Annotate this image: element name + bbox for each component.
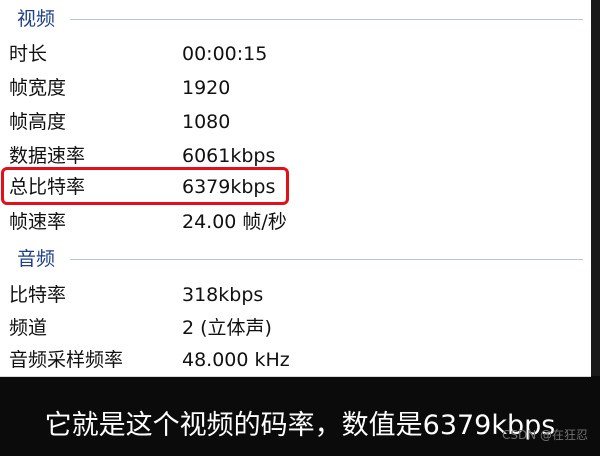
property-row-frame-rate[interactable]: 帧速率 24.00 帧/秒 <box>0 205 591 239</box>
properties-panel: 视频 时长 00:00:15 帧宽度 1920 帧高度 1080 数据速率 60… <box>0 0 591 377</box>
property-label: 帧高度 <box>9 111 67 133</box>
property-value: 2 (立体声) <box>182 317 272 339</box>
video-frame-edge <box>591 0 600 376</box>
watermark: CSDN @在狂忍 <box>501 428 588 442</box>
property-value: 24.00 帧/秒 <box>182 211 287 233</box>
property-row-duration[interactable]: 时长 00:00:15 <box>0 37 591 71</box>
property-row-audio-bitrate[interactable]: 比特率 318kbps <box>0 278 591 312</box>
property-value: 00:00:15 <box>182 43 268 65</box>
property-label: 时长 <box>9 43 48 65</box>
property-value: 1920 <box>182 77 231 99</box>
audio-section-divider <box>70 259 583 260</box>
property-row-channels[interactable]: 频道 2 (立体声) <box>0 311 591 345</box>
property-label: 音频采样频率 <box>9 349 124 371</box>
video-section-header: 视频 <box>0 6 591 32</box>
property-row-sample-rate[interactable]: 音频采样频率 48.000 kHz <box>0 343 591 377</box>
property-row-frame-height[interactable]: 帧高度 1080 <box>0 105 591 139</box>
property-label: 频道 <box>9 317 48 339</box>
property-label: 帧宽度 <box>9 77 67 99</box>
audio-section-title: 音频 <box>17 246 62 272</box>
audio-section-header: 音频 <box>0 246 591 272</box>
property-row-frame-width[interactable]: 帧宽度 1920 <box>0 71 591 105</box>
video-section-divider <box>70 19 583 20</box>
property-label: 帧速率 <box>9 211 67 233</box>
property-value: 1080 <box>182 111 231 133</box>
property-value: 48.000 kHz <box>182 349 290 371</box>
video-section-title: 视频 <box>17 6 62 32</box>
highlight-annotation-box <box>1 167 289 205</box>
property-value: 318kbps <box>182 284 264 306</box>
property-label: 比特率 <box>9 284 67 306</box>
